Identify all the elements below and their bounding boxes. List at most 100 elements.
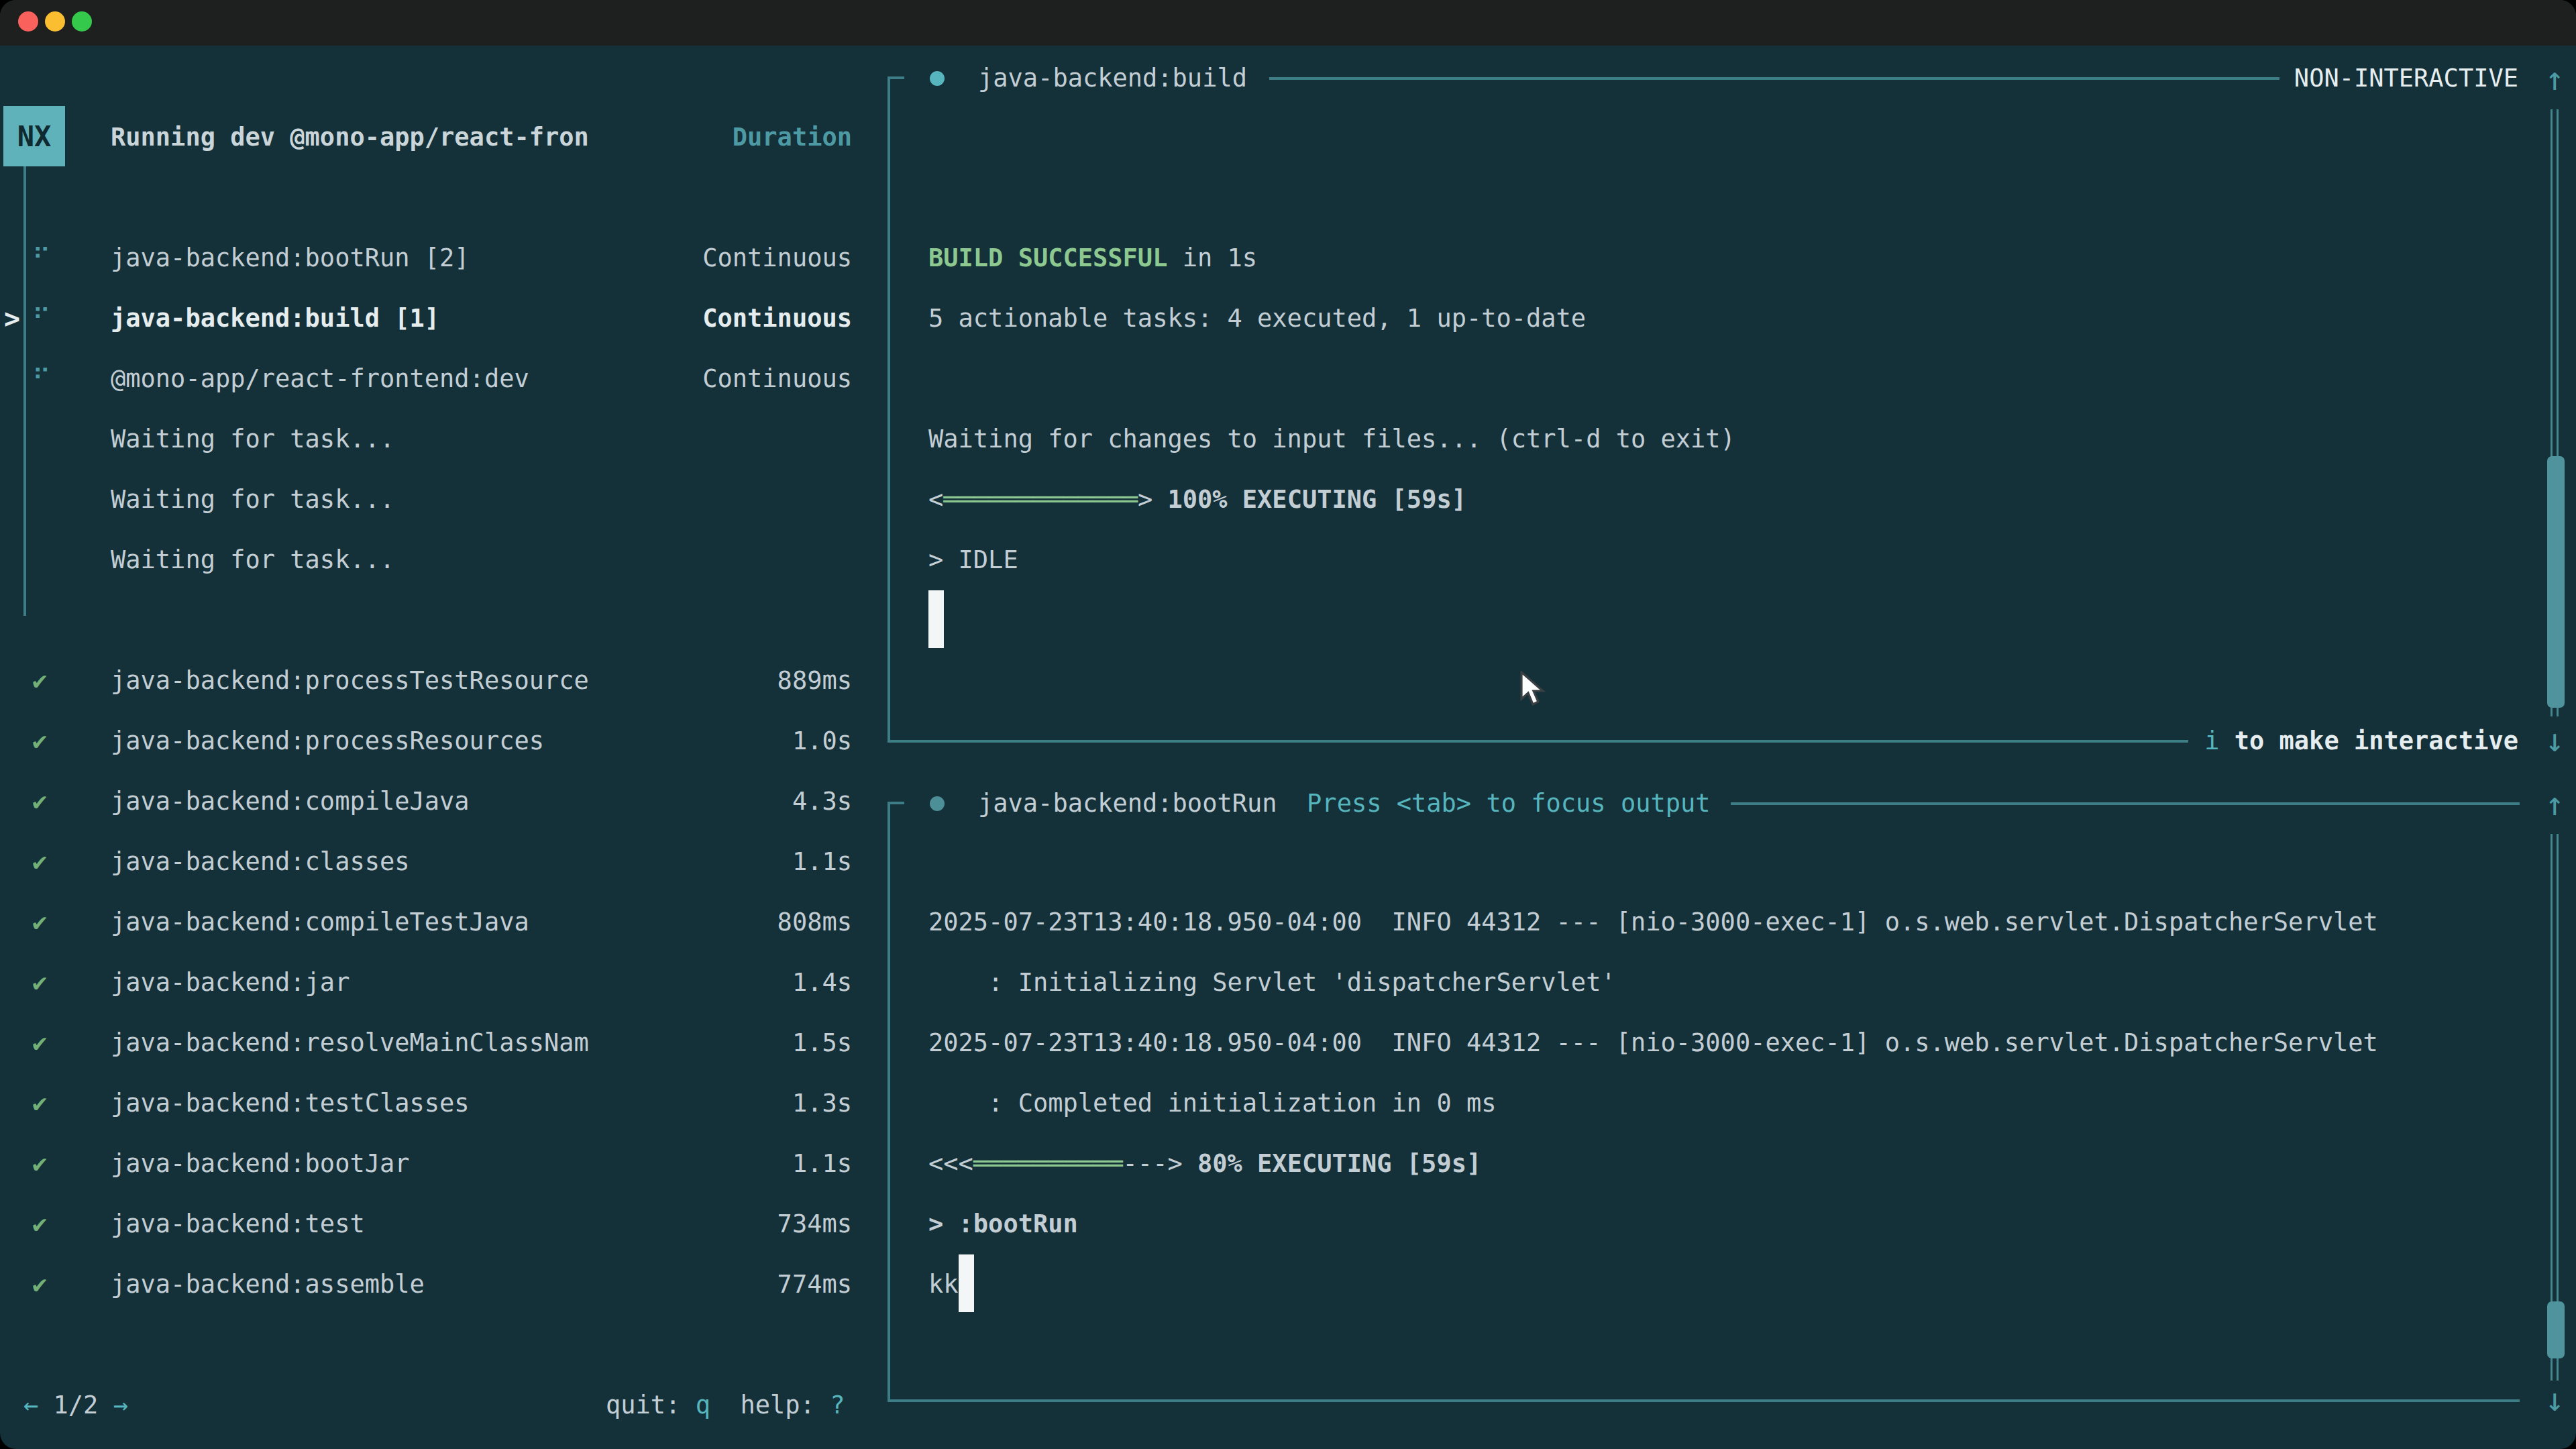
task-duration: 1.1s [792,832,852,892]
help-label: help: [741,1391,815,1419]
task-status-text: Continuous [702,304,852,333]
task-success-icon: ✔ [32,711,47,771]
duration-label: Duration [733,123,852,152]
output-segment: in 1s [1167,244,1257,272]
completed-task-row[interactable]: java-backend:processTestResource [111,651,589,711]
completed-task-row[interactable]: java-backend:jar [111,953,350,1013]
pending-task-row: Waiting for task... [111,409,394,470]
panel-build-output-line: > IDLE [928,530,1018,590]
task-duration: 774ms [777,1254,852,1315]
completed-task-row[interactable]: java-backend:compileTestJava [111,892,529,953]
panel-build-output-line [928,590,944,651]
task-duration-text: 1.4s [792,968,852,997]
task-status: Continuous [702,349,852,409]
panel-build-border-left [888,76,890,740]
completed-task-row[interactable]: java-backend:classes [111,832,410,892]
completed-task-row[interactable]: java-backend:bootJar [111,1134,410,1194]
task-duration: 1.0s [792,711,852,771]
output-segment: > IDLE [928,545,1018,574]
panel-bootRun-output-line: : Initializing Servlet 'dispatcherServle… [928,953,1616,1013]
task-duration: 889ms [777,651,852,711]
output-segment: ═════════════ [943,485,1138,514]
panel-bootRun-scrollbar-track[interactable] [2551,834,2559,1381]
task-success-icon: ✔ [32,1194,47,1254]
output-segment: > [1138,485,1168,514]
task-name: java-backend:bootRun [2] [111,244,470,272]
check-glyph: ✔ [32,1270,47,1299]
task-duration-text: 1.1s [792,847,852,876]
panel-bootRun-output-line: > :bootRun [928,1194,1078,1254]
spacer [38,1391,53,1419]
panel-bootRun-title-row[interactable]: java-backend:bootRun Press <tab> to focu… [978,773,1711,834]
panel-bootRun-output-line: 2025-07-23T13:40:18.950-04:00 INFO 44312… [928,1013,2378,1073]
panel-bootRun-border-bottom [888,1399,2520,1402]
panel-build-scroll-up-icon[interactable]: ↑ [2545,48,2565,109]
spacer [710,1391,741,1419]
completed-task-row[interactable]: java-backend:assemble [111,1254,425,1315]
check-glyph: ✔ [32,727,47,755]
terminal-cursor [928,590,944,648]
task-name: java-backend:jar [111,968,350,997]
duration-column-header: Duration [733,107,852,168]
task-row[interactable]: java-backend:build [1] [111,288,439,349]
task-name: java-backend:processResources [111,727,544,755]
output-segment: 100% EXECUTING [59s] [1167,485,1466,514]
task-name: java-backend:build [1] [111,304,439,333]
task-duration: 734ms [777,1194,852,1254]
up-glyph: ↑ [2545,60,2565,97]
panel-bootRun-scroll-up-icon[interactable]: ↑ [2545,773,2565,834]
output-segment: BUILD SUCCESSFUL [928,244,1167,272]
minimize-button[interactable] [45,11,65,32]
up-glyph: ↑ [2545,785,2565,822]
task-duration: 1.5s [792,1013,852,1073]
keyboard-hints: quit: q help: ? [606,1375,845,1436]
task-row[interactable]: java-backend:bootRun [2] [111,228,470,288]
panel-bootRun-scrollbar-thumb[interactable] [2547,1301,2565,1358]
output-segment: kk [928,1270,959,1299]
pager-prev-arrow: ← [23,1391,38,1419]
check-glyph: ✔ [32,1089,47,1118]
task-duration-text: 889ms [777,666,852,695]
pending-task-text: Waiting for task... [111,545,394,574]
task-duration: 808ms [777,892,852,953]
panel-bootRun-output-line: 2025-07-23T13:40:18.950-04:00 INFO 44312… [928,892,2378,953]
task-success-icon: ✔ [32,771,47,832]
pager-page-indicator: 1/2 [54,1391,99,1419]
task-duration-text: 808ms [777,908,852,936]
panel-build-scroll-down-icon[interactable]: ↓ [2545,710,2565,770]
task-row[interactable]: @mono-app/react-frontend:dev [111,349,529,409]
task-name: java-backend:assemble [111,1270,425,1299]
panel-build-output-line: <═════════════> 100% EXECUTING [59s] [928,470,1466,530]
task-duration: 1.1s [792,1134,852,1194]
check-glyph: ✔ [32,1149,47,1178]
panel-build-title-row[interactable]: java-backend:build [978,48,1247,109]
selected-marker-glyph: > [4,303,20,334]
completed-task-row[interactable]: java-backend:testClasses [111,1073,470,1134]
output-segment: 2025-07-23T13:40:18.950-04:00 INFO 44312… [928,1028,2378,1057]
task-status-text: Continuous [702,364,852,393]
zoom-button[interactable] [72,11,92,32]
output-segment: ══════════ [973,1149,1123,1178]
completed-task-row[interactable]: java-backend:resolveMainClassNam [111,1013,589,1073]
panel-build-scrollbar-thumb[interactable] [2547,456,2565,708]
close-button[interactable] [18,11,38,32]
task-name: java-backend:testClasses [111,1089,470,1118]
panel-build-footer-key: i [2204,727,2219,755]
check-glyph: ✔ [32,1028,47,1057]
task-duration-text: 1.0s [792,727,852,755]
sidebar-title: Running dev @mono-app/react-fron [111,123,589,152]
task-spinner-icon: ⠋ [32,228,50,288]
panel-build-badge-text: NON-INTERACTIVE [2294,64,2518,93]
task-duration-text: 734ms [777,1210,852,1238]
spacer [680,1391,695,1419]
panel-bootRun-output-line: <<<══════════---> 80% EXECUTING [59s] [928,1134,1481,1194]
output-segment: 80% EXECUTING [59s] [1197,1149,1481,1178]
panel-build-border-top-stub [888,76,904,79]
output-segment: : Completed initialization in 0 ms [928,1089,1496,1118]
quit-label: quit: [606,1391,680,1419]
completed-task-row[interactable]: java-backend:compileJava [111,771,470,832]
completed-task-row[interactable]: java-backend:processResources [111,711,544,771]
completed-task-row[interactable]: java-backend:test [111,1194,365,1254]
task-duration-text: 774ms [777,1270,852,1299]
spinner-glyph: ⠋ [32,304,50,333]
